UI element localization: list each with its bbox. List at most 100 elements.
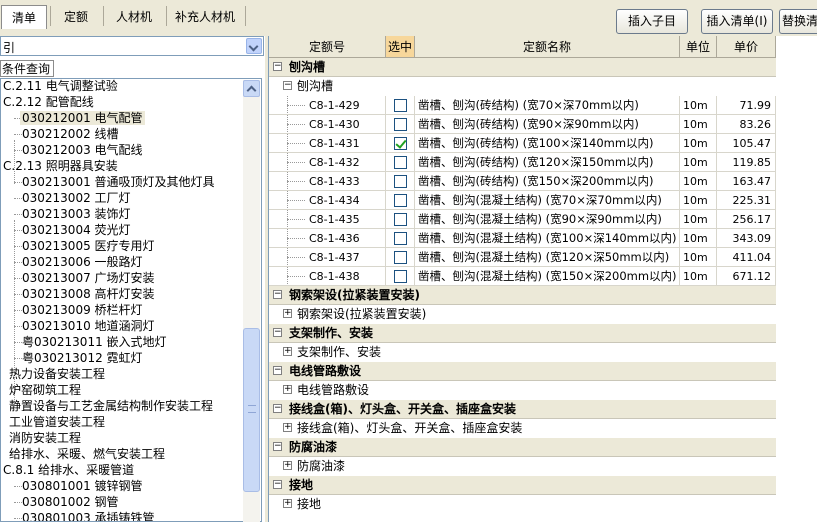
tab-labor-material-machine[interactable]: 人材机 xyxy=(106,5,162,29)
select-checkbox[interactable] xyxy=(394,175,407,188)
tree-item[interactable]: 030213002 工厂灯 xyxy=(20,190,133,206)
subgroup-header[interactable]: + 接线盒(箱)、灯头盒、开关盒、插座盒安装 xyxy=(269,419,776,438)
collapse-icon[interactable]: − xyxy=(273,404,282,413)
tree-item[interactable]: 030213004 荧光灯 xyxy=(20,222,133,238)
expand-icon[interactable]: + xyxy=(283,461,292,470)
collapse-icon[interactable]: − xyxy=(273,328,282,337)
condition-query-tab[interactable]: 条件查询 xyxy=(0,60,54,77)
tree-item[interactable]: 炉窑砌筑工程 xyxy=(7,382,83,398)
tree-item[interactable]: 030213007 广场灯安装 xyxy=(20,270,157,286)
expand-icon[interactable]: + xyxy=(283,385,292,394)
header-unit[interactable]: 单位 xyxy=(680,36,717,58)
select-checkbox[interactable] xyxy=(394,232,407,245)
table-row[interactable]: C8-1-435 凿槽、刨沟(混凝土结构) (宽90×深90mm以内) 10m 256… xyxy=(269,210,776,229)
collapse-icon[interactable]: − xyxy=(273,290,282,299)
tree-item[interactable]: 030212002 线槽 xyxy=(20,126,121,142)
norm-unit: 10m xyxy=(680,172,717,191)
tree-item[interactable]: 粤030213012 霓虹灯 xyxy=(20,350,145,366)
tree-item[interactable]: 030213010 地道涵洞灯 xyxy=(20,318,157,334)
category-combo[interactable]: 引 xyxy=(0,36,264,56)
table-row[interactable]: C8-1-438 凿槽、刨沟(混凝土结构) (宽150×深200mm以内) 10m 6… xyxy=(269,267,776,286)
tree-item[interactable]: 030212001 电气配管 xyxy=(20,110,145,126)
collapse-icon[interactable]: − xyxy=(273,366,282,375)
group-header[interactable]: − 接线盒(箱)、灯头盒、开关盒、插座盒安装 xyxy=(269,400,776,419)
collapse-icon[interactable]: − xyxy=(273,442,282,451)
collapse-icon[interactable]: − xyxy=(283,81,292,90)
expand-icon[interactable]: + xyxy=(283,347,292,356)
group-header[interactable]: − 钢索架设(拉紧装置安装) xyxy=(269,286,776,305)
collapse-icon[interactable]: − xyxy=(273,62,282,71)
table-row[interactable]: C8-1-434 凿槽、刨沟(混凝土结构) (宽70×深70mm以内) 10m 225… xyxy=(269,191,776,210)
chevron-down-icon[interactable] xyxy=(246,38,262,54)
select-checkbox[interactable] xyxy=(394,194,407,207)
select-checkbox[interactable] xyxy=(394,270,407,283)
header-name[interactable]: 定额名称 xyxy=(415,36,680,58)
expand-icon[interactable]: + xyxy=(283,309,292,318)
tree-item[interactable]: 工业管道安装工程 xyxy=(7,414,107,430)
group-header[interactable]: − 接地 xyxy=(269,476,776,495)
insert-child-button[interactable]: 插入子目 xyxy=(616,9,688,34)
tree-item[interactable]: C.2.11 电气调整试验 xyxy=(1,79,120,94)
scroll-up-icon[interactable] xyxy=(243,80,260,97)
group-header[interactable]: − 刨沟槽 xyxy=(269,58,776,77)
select-checkbox[interactable] xyxy=(394,251,407,264)
table-row[interactable]: C8-1-429 凿槽、刨沟(砖结构) (宽70×深70mm以内) 10m 71.99 xyxy=(269,96,776,115)
tree-item[interactable]: 给排水、采暖、燃气安装工程 xyxy=(7,446,167,462)
group-title: 防腐油漆 xyxy=(289,440,338,454)
norm-name: 凿槽、刨沟(混凝土结构) (宽70×深70mm以内) xyxy=(415,191,680,210)
tree-item[interactable]: 030213009 桥栏杆灯 xyxy=(20,302,145,318)
select-checkbox[interactable] xyxy=(394,118,407,131)
group-header[interactable]: − 支架制作、安装 xyxy=(269,324,776,343)
table-row[interactable]: C8-1-433 凿槽、刨沟(砖结构) (宽150×深200mm以内) 10m 163… xyxy=(269,172,776,191)
tab-separator xyxy=(245,6,246,26)
tree-item[interactable]: 030213005 医疗专用灯 xyxy=(20,238,157,254)
subgroup-header[interactable]: + 接地 xyxy=(269,495,776,514)
select-checkbox[interactable] xyxy=(394,156,407,169)
tree-item[interactable]: 030213006 一般路灯 xyxy=(20,254,145,270)
header-code[interactable]: 定额号 xyxy=(269,36,386,58)
header-price[interactable]: 单价 xyxy=(717,36,776,58)
subgroup-header[interactable]: + 防腐油漆 xyxy=(269,457,776,476)
insert-list-button[interactable]: 插入清单(I) xyxy=(701,9,773,34)
tree-item[interactable]: 消防安装工程 xyxy=(7,430,83,446)
tab-list[interactable]: 清单 xyxy=(1,5,47,29)
norm-name: 凿槽、刨沟(砖结构) (宽100×深140mm以内) xyxy=(415,134,680,153)
subgroup-header[interactable]: + 钢索架设(拉紧装置安装) xyxy=(269,305,776,324)
select-checkbox[interactable] xyxy=(394,137,407,150)
tree-item[interactable]: 030212003 电气配线 xyxy=(20,142,145,158)
subgroup-header[interactable]: − 刨沟槽 xyxy=(269,77,776,96)
tree-item[interactable]: C.2.13 照明器具安装 xyxy=(1,158,120,174)
expand-icon[interactable]: + xyxy=(283,423,292,432)
table-row[interactable]: C8-1-430 凿槽、刨沟(砖结构) (宽90×深90mm以内) 10m 83.26 xyxy=(269,115,776,134)
tree-item[interactable]: 030213001 普通吸顶灯及其他灯具 xyxy=(20,174,217,190)
tree-item[interactable]: 030213008 高杆灯安装 xyxy=(20,286,157,302)
tree-item[interactable]: 热力设备安装工程 xyxy=(7,366,107,382)
subgroup-header[interactable]: + 电线管路敷设 xyxy=(269,381,776,400)
tree-scrollbar[interactable] xyxy=(243,80,260,522)
tree-item[interactable]: 030213003 装饰灯 xyxy=(20,206,133,222)
table-row[interactable]: C8-1-436 凿槽、刨沟(混凝土结构) (宽100×深140mm以内) 10m 3… xyxy=(269,229,776,248)
table-row[interactable]: C8-1-437 凿槽、刨沟(混凝土结构) (宽120×深50mm以内) 10m 41… xyxy=(269,248,776,267)
group-header[interactable]: − 电线管路敷设 xyxy=(269,362,776,381)
group-header[interactable]: − 防腐油漆 xyxy=(269,438,776,457)
tab-supplement-labor-material-machine[interactable]: 补充人材机 xyxy=(168,5,242,29)
subgroup-header[interactable]: + 支架制作、安装 xyxy=(269,343,776,362)
select-checkbox[interactable] xyxy=(394,99,407,112)
norm-name: 凿槽、刨沟(砖结构) (宽150×深200mm以内) xyxy=(415,172,680,191)
tree-item[interactable]: 静置设备与工艺金属结构制作安装工程 xyxy=(7,398,215,414)
table-row[interactable]: C8-1-431 凿槽、刨沟(砖结构) (宽100×深140mm以内) 10m 105… xyxy=(269,134,776,153)
scroll-thumb[interactable] xyxy=(243,328,260,492)
tree-item[interactable]: 粤030213011 嵌入式地灯 xyxy=(20,334,169,350)
tree-item[interactable]: C.2.12 配管配线 xyxy=(1,94,96,110)
replace-list-button[interactable]: 替换清 xyxy=(779,9,817,34)
table-row[interactable]: C8-1-432 凿槽、刨沟(砖结构) (宽120×深150mm以内) 10m 119… xyxy=(269,153,776,172)
expand-icon[interactable]: + xyxy=(283,499,292,508)
tree-item[interactable]: 030801001 镀锌钢管 xyxy=(20,478,145,494)
tree-item[interactable]: 030801003 承插铸铁管 xyxy=(20,510,157,521)
tab-norm[interactable]: 定额 xyxy=(53,5,99,29)
tree-item[interactable]: 030801002 钢管 xyxy=(20,494,121,510)
select-checkbox[interactable] xyxy=(394,213,407,226)
header-pick[interactable]: 选中 xyxy=(386,36,415,58)
collapse-icon[interactable]: − xyxy=(273,480,282,489)
tree-item[interactable]: C.8.1 给排水、采暖管道 xyxy=(1,462,136,478)
